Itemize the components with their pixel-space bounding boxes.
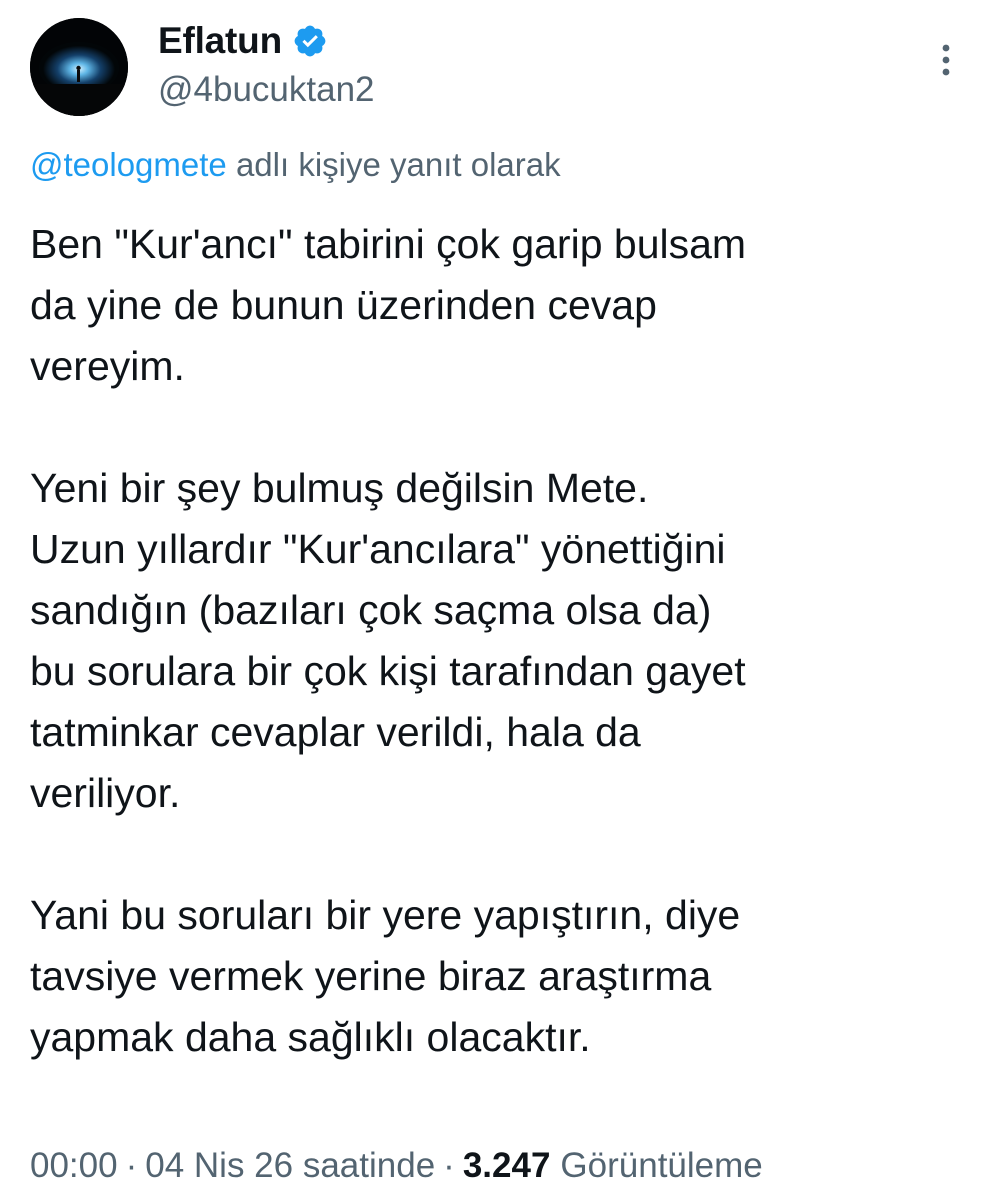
avatar-night-sky-icon (30, 18, 128, 116)
author-handle[interactable]: @4bucuktan2 (158, 70, 375, 110)
views-count: 3.247 (462, 1146, 551, 1185)
meta-separator: · (125, 1146, 138, 1185)
more-vertical-icon (942, 44, 950, 76)
views-label: Görüntüleme (560, 1146, 763, 1185)
more-options-button[interactable] (928, 42, 964, 78)
author-display-name[interactable]: Eflatun (158, 20, 282, 62)
meta-separator: · (443, 1146, 455, 1185)
tweet-card: Eflatun @4bucuktan2 @teologmete adlı kiş… (0, 0, 997, 1200)
tweet-text: Ben "Kur'ancı" tabirini çok garip bulsam… (30, 221, 747, 1060)
verified-badge-icon[interactable] (292, 23, 328, 59)
reply-suffix: adlı kişiye yanıt olarak (226, 146, 561, 183)
avatar[interactable] (30, 18, 128, 116)
reply-mention-link[interactable]: @teologmete (30, 146, 227, 183)
author-name-row: Eflatun (158, 18, 328, 64)
tweet-date[interactable]: 04 Nis 26 saatinde (145, 1146, 435, 1186)
tweet-meta: 00:00 · 04 Nis 26 saatinde · 3.247 Görün… (30, 1146, 763, 1186)
tweet-time-link[interactable]: 00:00 (30, 1146, 118, 1186)
reply-context: @teologmete adlı kişiye yanıt olarak (30, 146, 561, 184)
